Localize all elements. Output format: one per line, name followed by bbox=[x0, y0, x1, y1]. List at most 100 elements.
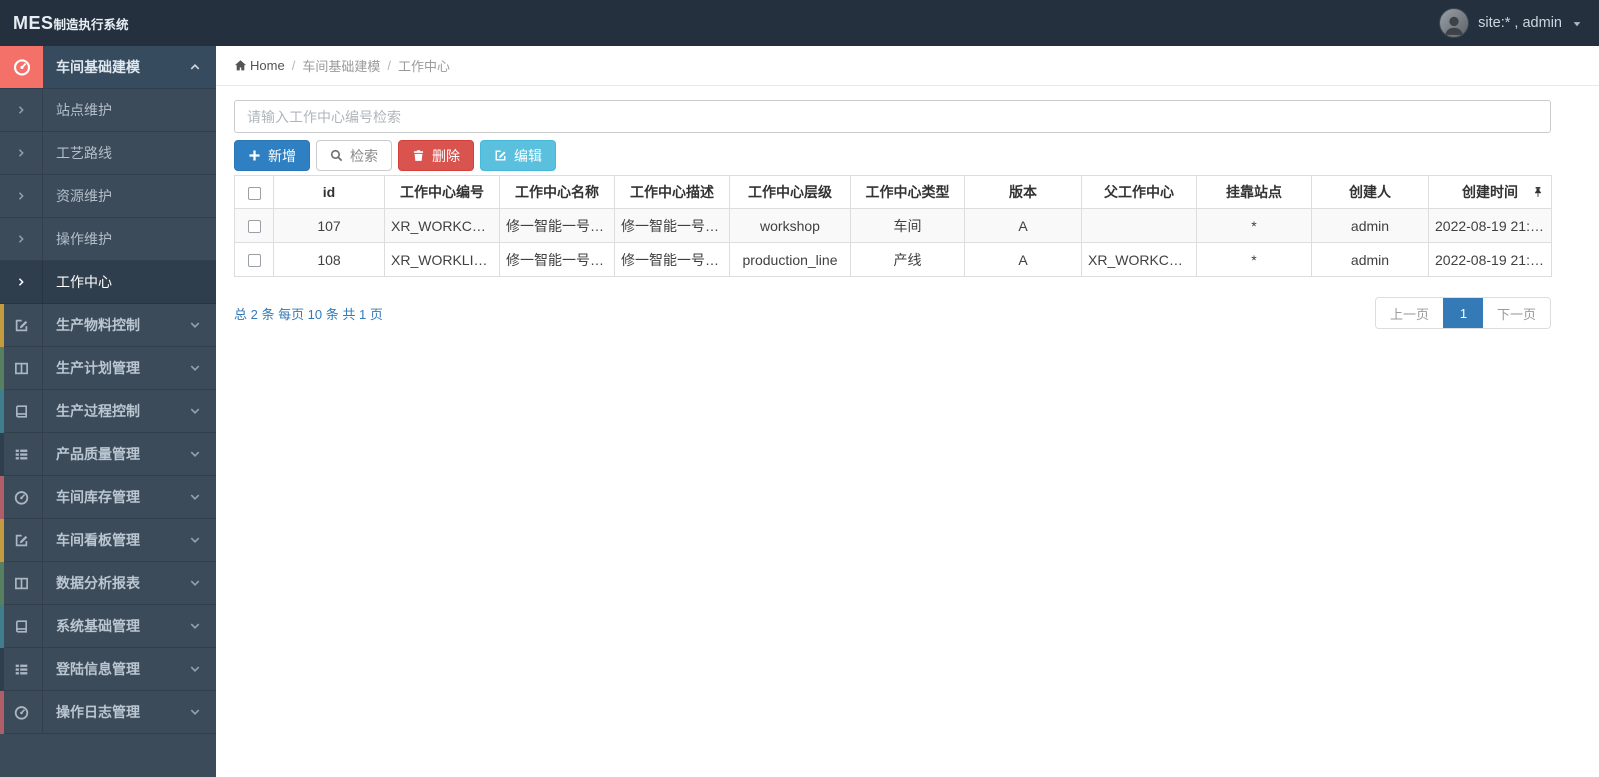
delete-button[interactable]: 删除 bbox=[398, 140, 474, 171]
sidebar-group-生产计划管理[interactable]: 生产计划管理 bbox=[0, 347, 216, 390]
sidebar-group-车间库存管理[interactable]: 车间库存管理 bbox=[0, 476, 216, 519]
sidebar-item-label: 资源维护 bbox=[56, 188, 112, 204]
column-header-工作中心名称: 工作中心名称 bbox=[499, 175, 615, 209]
sidebar-item-工艺路线[interactable]: 工艺路线 bbox=[0, 132, 216, 175]
edit-button[interactable]: 编辑 bbox=[480, 140, 556, 171]
sidebar-group-icon-cell bbox=[0, 390, 43, 432]
sidebar-subitem-icon-cell bbox=[0, 175, 43, 217]
columns-icon bbox=[14, 361, 29, 376]
search-button[interactable]: 检索 bbox=[316, 140, 392, 171]
sidebar-group-生产物料控制[interactable]: 生产物料控制 bbox=[0, 304, 216, 347]
sidebar-group-登陆信息管理[interactable]: 登陆信息管理 bbox=[0, 648, 216, 691]
chevron-down-icon bbox=[189, 491, 201, 503]
table-cell: * bbox=[1196, 242, 1312, 277]
breadcrumb-item-page: 工作中心 bbox=[397, 59, 450, 74]
sidebar-group-label: 车间看板管理 bbox=[56, 532, 140, 548]
dashboard-icon bbox=[14, 705, 29, 720]
sidebar-group-label: 数据分析报表 bbox=[56, 575, 140, 591]
sidebar-group-label: 生产计划管理 bbox=[56, 360, 140, 376]
breadcrumb-item-module[interactable]: 车间基础建模 bbox=[302, 56, 380, 75]
table-cell: 车间 bbox=[850, 208, 965, 243]
sidebar-group-系统基础管理[interactable]: 系统基础管理 bbox=[0, 605, 216, 648]
delete-button-label: 删除 bbox=[432, 147, 460, 164]
prev-page-button[interactable]: 上一页 bbox=[1375, 298, 1443, 328]
select-all-checkbox[interactable] bbox=[247, 186, 261, 200]
table-cell: A bbox=[964, 242, 1082, 277]
book-icon bbox=[14, 404, 29, 419]
table-cell: XR_WORKCEN... bbox=[1081, 242, 1197, 277]
sidebar-item-资源维护[interactable]: 资源维护 bbox=[0, 175, 216, 218]
sidebar-group-生产过程控制[interactable]: 生产过程控制 bbox=[0, 390, 216, 433]
pin-icon[interactable] bbox=[1532, 186, 1544, 198]
table-cell: admin bbox=[1311, 208, 1429, 243]
search-input[interactable] bbox=[234, 100, 1551, 133]
sidebar-item-label: 站点维护 bbox=[56, 102, 112, 118]
sidebar-group-icon-cell bbox=[0, 433, 43, 475]
dashboard-icon bbox=[14, 490, 29, 505]
edit-icon bbox=[14, 318, 29, 333]
table-row: 107 XR_WORKCEN... 修一智能一号车间 修一智能一号车间 workshop… bbox=[234, 208, 1552, 243]
toolbar: 新增 检索 删除 编辑 bbox=[234, 140, 1551, 171]
list-icon bbox=[14, 447, 29, 462]
row-checkbox[interactable] bbox=[247, 220, 261, 234]
sidebar-group-label: 车间基础建模 bbox=[56, 59, 140, 75]
page-body: 新增 检索 删除 编辑 id工作中心编号工作中心名称工作中心描述工作中心层级工作… bbox=[216, 86, 1599, 329]
breadcrumb: Home / 车间基础建模 / 工作中心 bbox=[216, 46, 1599, 86]
sidebar-group-icon-cell bbox=[0, 347, 43, 389]
chevron-down-icon bbox=[189, 577, 201, 589]
table-row: 108 XR_WORKLINE... 修一智能一号S... 修一智能一号S... pro… bbox=[234, 242, 1552, 277]
row-checkbox[interactable] bbox=[247, 254, 261, 268]
add-button[interactable]: 新增 bbox=[234, 140, 310, 171]
user-icon bbox=[1442, 13, 1466, 37]
user-menu[interactable]: site:* , admin bbox=[1439, 8, 1583, 38]
column-header-id: id bbox=[273, 175, 385, 209]
breadcrumb-separator: / bbox=[291, 58, 296, 73]
sidebar-group-label: 操作日志管理 bbox=[56, 704, 140, 720]
table-cell: production_line bbox=[729, 242, 851, 277]
sidebar-group-workshop-modeling[interactable]: 车间基础建模 bbox=[0, 46, 216, 89]
column-header-创建人: 创建人 bbox=[1311, 175, 1429, 209]
table-cell bbox=[1081, 208, 1197, 243]
sidebar-item-站点维护[interactable]: 站点维护 bbox=[0, 89, 216, 132]
row-select-cell bbox=[234, 208, 274, 243]
page-number-button[interactable]: 1 bbox=[1442, 298, 1483, 328]
column-header-工作中心类型: 工作中心类型 bbox=[850, 175, 965, 209]
sidebar-item-label: 工艺路线 bbox=[56, 145, 112, 161]
sidebar-item-工作中心[interactable]: 工作中心 bbox=[0, 261, 216, 304]
record-summary: 总 2 条 每页 10 条 共 1 页 bbox=[234, 306, 383, 322]
sidebar-group-操作日志管理[interactable]: 操作日志管理 bbox=[0, 691, 216, 734]
column-header-创建时间: 创建时间 bbox=[1428, 175, 1552, 209]
table-cell: 2022-08-19 21:1... bbox=[1428, 242, 1552, 277]
table-cell: 修一智能一号S... bbox=[499, 242, 615, 277]
sidebar-group-icon-cell bbox=[0, 519, 43, 561]
sidebar-group-icon-cell bbox=[0, 476, 43, 518]
dashboard-icon bbox=[13, 58, 31, 76]
next-page-button[interactable]: 下一页 bbox=[1482, 298, 1550, 328]
sidebar-group-icon-cell bbox=[0, 46, 43, 88]
column-header-父工作中心: 父工作中心 bbox=[1081, 175, 1197, 209]
chevron-down-icon bbox=[189, 362, 201, 374]
sidebar-group-数据分析报表[interactable]: 数据分析报表 bbox=[0, 562, 216, 605]
sidebar-group-icon-cell bbox=[0, 562, 43, 604]
sidebar-group-icon-cell bbox=[0, 304, 43, 346]
sidebar-subitem-icon-cell bbox=[0, 132, 43, 174]
caret-down-icon bbox=[1571, 18, 1583, 30]
sidebar: 车间基础建模 站点维护工艺路线资源维护操作维护工作中心生产物料控制生产计划管理 生产… bbox=[0, 46, 216, 777]
sidebar-subitem-icon-cell bbox=[0, 261, 43, 303]
sidebar-group-label: 生产过程控制 bbox=[56, 403, 140, 419]
breadcrumb-home[interactable]: Home bbox=[234, 58, 285, 73]
sidebar-item-label: 工作中心 bbox=[56, 274, 112, 290]
sidebar-item-操作维护[interactable]: 操作维护 bbox=[0, 218, 216, 261]
sidebar-group-产品质量管理[interactable]: 产品质量管理 bbox=[0, 433, 216, 476]
chevron-down-icon bbox=[189, 319, 201, 331]
table-cell: 产线 bbox=[850, 242, 965, 277]
table-footer: 总 2 条 每页 10 条 共 1 页 上一页 1 下一页 bbox=[234, 297, 1551, 329]
row-select-cell bbox=[234, 242, 274, 277]
sidebar-item-label: 操作维护 bbox=[56, 231, 112, 247]
app-logo: MES 制造执行系统 bbox=[13, 13, 129, 34]
table-cell: 108 bbox=[273, 242, 385, 277]
sidebar-group-车间看板管理[interactable]: 车间看板管理 bbox=[0, 519, 216, 562]
chevron-right-icon bbox=[16, 234, 26, 244]
table-cell: XR_WORKLINE... bbox=[384, 242, 500, 277]
select-all-cell bbox=[234, 175, 274, 209]
